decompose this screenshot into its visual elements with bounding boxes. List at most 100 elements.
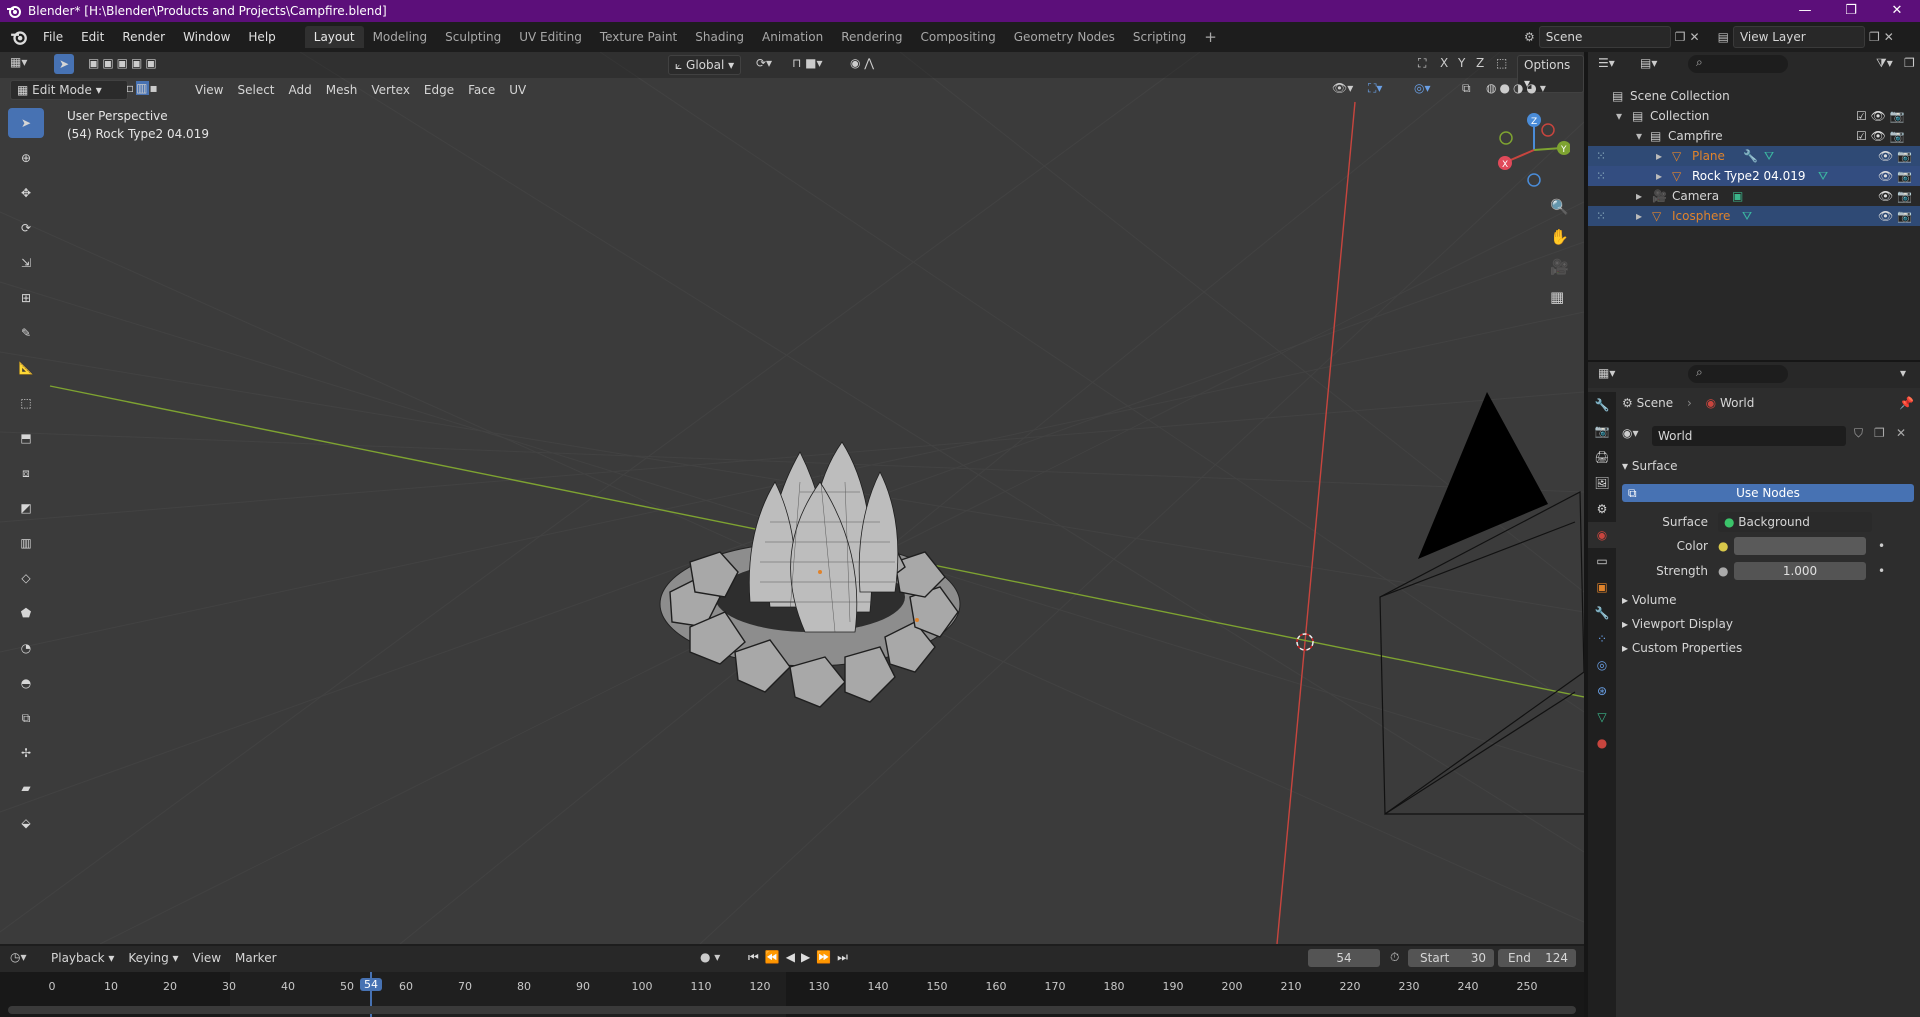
constraints-tab-icon[interactable]: ⊛ xyxy=(1588,678,1616,704)
outliner-search-input[interactable]: ⌕ xyxy=(1688,55,1788,73)
keyframe-dot-icon[interactable]: • xyxy=(1878,537,1885,555)
start-frame-field[interactable]: Start 30 xyxy=(1408,949,1494,967)
visibility-eye-icon[interactable]: 👁 📷 xyxy=(1878,206,1912,226)
measure-tool-icon[interactable]: 📐 xyxy=(8,353,44,383)
viewport-display-panel-header[interactable]: ▸ Viewport Display xyxy=(1622,614,1914,634)
scene-tab-icon[interactable]: ⚙ xyxy=(1588,496,1616,522)
view-layer-icon[interactable]: ▤ xyxy=(1718,30,1729,44)
data-tab-icon[interactable]: ▽ xyxy=(1588,704,1616,730)
editor-type-icon[interactable]: ▦▾ xyxy=(10,55,27,69)
collection-tab-icon[interactable]: ▭ xyxy=(1588,548,1616,574)
edit-mode-icon[interactable]: ⁙ xyxy=(1596,166,1606,186)
maximize-button[interactable]: ❐ xyxy=(1828,0,1874,22)
tab-scripting[interactable]: Scripting xyxy=(1124,26,1195,48)
minimize-button[interactable]: — xyxy=(1782,0,1828,22)
menu-view[interactable]: View xyxy=(186,948,228,968)
smooth-tool-icon[interactable]: ◓ xyxy=(8,668,44,698)
outliner-row-plane[interactable]: ⁙ ▸ ▽ Plane 🔧 ⛛ 👁 📷 xyxy=(1588,146,1920,166)
expand-arrow-icon[interactable]: ▸ xyxy=(1636,186,1642,206)
outliner-row-campfire[interactable]: ▾ ▤ Campfire ☑ 👁 📷 xyxy=(1588,126,1920,146)
fake-user-shield-icon[interactable]: ⛉ xyxy=(1854,426,1863,441)
edit-mode-icon[interactable]: ⁙ xyxy=(1596,146,1606,166)
use-nodes-button[interactable]: ⧉ Use Nodes xyxy=(1622,484,1914,502)
world-tab-icon[interactable]: ◉ xyxy=(1588,522,1616,548)
tab-geometry-nodes[interactable]: Geometry Nodes xyxy=(1005,26,1124,48)
menu-window[interactable]: Window xyxy=(174,26,239,48)
keyframe-dot-icon[interactable]: • xyxy=(1878,562,1885,580)
material-tab-icon[interactable]: ● xyxy=(1588,730,1616,756)
custom-properties-panel-header[interactable]: ▸ Custom Properties xyxy=(1622,638,1914,658)
expand-arrow-icon[interactable]: ▾ xyxy=(1636,126,1642,146)
visibility-eye-icon[interactable]: 👁 📷 xyxy=(1878,166,1912,186)
checkbox-icon[interactable]: ☑ 👁 📷 xyxy=(1856,106,1905,126)
bevel-tool-icon[interactable]: ◩ xyxy=(8,493,44,523)
perspective-grid-icon[interactable]: ▦ xyxy=(1550,282,1569,312)
menu-marker[interactable]: Marker xyxy=(228,948,283,968)
menu-playback[interactable]: Playback ▾ xyxy=(44,948,121,968)
tab-shading[interactable]: Shading xyxy=(686,26,753,48)
visibility-icon[interactable]: 👁▾ xyxy=(1332,81,1353,95)
cursor-tool-icon[interactable]: ⊕ xyxy=(8,143,44,173)
pivot-point-icon[interactable]: ⟳▾ xyxy=(756,56,772,70)
mesh-select-mode-icons[interactable]: ▫▥▪ xyxy=(126,81,160,95)
scene-icon[interactable]: ⚙ xyxy=(1524,30,1535,44)
menu-face[interactable]: Face xyxy=(461,80,502,100)
scale-tool-icon[interactable]: ⇲ xyxy=(8,248,44,278)
zoom-icon[interactable]: 🔍 xyxy=(1550,192,1569,222)
gizmo-toggle-icon[interactable]: ⛶▾ xyxy=(1368,81,1382,96)
current-frame-marker[interactable]: 54 xyxy=(360,978,382,991)
checkbox-icon[interactable]: ☑ 👁 📷 xyxy=(1856,126,1905,146)
rotate-tool-icon[interactable]: ⟳ xyxy=(8,213,44,243)
close-button[interactable]: ✕ xyxy=(1874,0,1920,22)
new-world-icon[interactable]: ❐ xyxy=(1874,426,1885,440)
menu-help[interactable]: Help xyxy=(239,26,284,48)
navigation-gizmo[interactable]: Z Y X xyxy=(1490,110,1570,190)
blender-menu-icon[interactable] xyxy=(10,28,28,46)
mirror-y-toggle[interactable]: Y xyxy=(1458,56,1465,70)
record-icon[interactable]: ● ▾ xyxy=(700,950,720,964)
playback-controls[interactable]: ⏮⏪◀▶⏩⏭ xyxy=(748,950,854,965)
modifier-tab-icon[interactable]: 🔧 xyxy=(1588,600,1616,626)
menu-edge[interactable]: Edge xyxy=(417,80,461,100)
menu-select[interactable]: Select xyxy=(230,80,281,100)
outliner-row-rock-type2[interactable]: ⁙ ▸ ▽ Rock Type2 04.019 ⛛ 👁 📷 xyxy=(1588,166,1920,186)
expand-arrow-icon[interactable]: ▸ xyxy=(1636,206,1642,226)
menu-edit[interactable]: Edit xyxy=(72,26,113,48)
properties-editor-icon[interactable]: ▦▾ xyxy=(1598,366,1615,380)
surface-shader-field[interactable]: ● Background xyxy=(1718,512,1872,532)
menu-mesh[interactable]: Mesh xyxy=(319,80,365,100)
proportional-edit-icon[interactable]: ◉ ⋀ xyxy=(850,56,874,70)
transform-tool-icon[interactable]: ⊞ xyxy=(8,283,44,313)
add-cube-tool-icon[interactable]: ⬚ xyxy=(8,388,44,418)
area-divider[interactable] xyxy=(1588,360,1920,362)
select-box-tool-icon[interactable]: ➤ xyxy=(8,108,44,138)
overlays-toggle-icon[interactable]: ◎▾ xyxy=(1414,81,1431,95)
xray-toggle-icon[interactable]: ⧉ xyxy=(1462,81,1471,96)
surface-panel-header[interactable]: ▾ Surface xyxy=(1622,456,1914,476)
pin-icon[interactable]: 📌 xyxy=(1899,396,1914,410)
world-color-swatch[interactable] xyxy=(1734,537,1866,555)
mirror-z-toggle[interactable]: Z xyxy=(1476,56,1484,70)
delete-view-layer-icon[interactable]: ✕ xyxy=(1884,30,1894,44)
output-tab-icon[interactable]: 🖨 xyxy=(1588,444,1616,470)
spin-tool-icon[interactable]: ◔ xyxy=(8,633,44,663)
display-mode-icon[interactable]: ▤▾ xyxy=(1640,56,1657,70)
world-name-field[interactable]: World xyxy=(1652,426,1846,446)
poly-build-tool-icon[interactable]: ⬟ xyxy=(8,598,44,628)
timeline-editor-icon[interactable]: ◷▾ xyxy=(10,950,27,964)
auto-merge-icon[interactable]: ⬚ xyxy=(1496,56,1507,70)
annotate-tool-icon[interactable]: ✎ xyxy=(8,318,44,348)
tab-animation[interactable]: Animation xyxy=(753,26,832,48)
move-tool-icon[interactable]: ✥ xyxy=(8,178,44,208)
viewport-canvas[interactable] xyxy=(0,52,1584,944)
mirror-axis-icon[interactable]: ⛶ xyxy=(1418,56,1426,71)
shear-tool-icon[interactable]: ▰ xyxy=(8,773,44,803)
area-divider[interactable] xyxy=(1584,52,1588,1017)
view-layer-tab-icon[interactable]: 🖼 xyxy=(1588,470,1616,496)
visibility-eye-icon[interactable]: 👁 📷 xyxy=(1878,186,1912,206)
outliner-editor-icon[interactable]: ☰▾ xyxy=(1598,56,1615,70)
tab-uv-editing[interactable]: UV Editing xyxy=(510,26,591,48)
physics-tab-icon[interactable]: ◎ xyxy=(1588,652,1616,678)
rip-region-tool-icon[interactable]: ⬙ xyxy=(8,808,44,838)
transform-orientation-dropdown[interactable]: ⟀ Global ▾ xyxy=(668,55,742,75)
